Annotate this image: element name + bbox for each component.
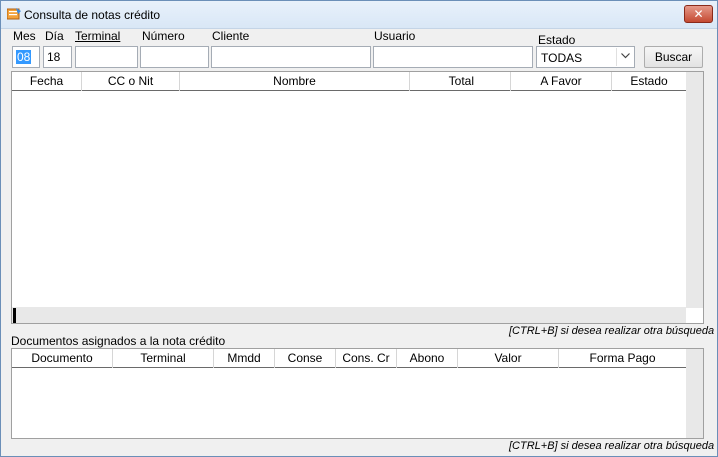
col-terminal[interactable]: Terminal bbox=[113, 349, 214, 368]
dia-label: Día bbox=[45, 29, 64, 43]
docs-section-title: Documentos asignados a la nota crédito bbox=[11, 334, 226, 348]
estado-label: Estado bbox=[538, 33, 576, 47]
cliente-input[interactable] bbox=[211, 46, 371, 68]
buscar-button[interactable]: Buscar bbox=[644, 46, 703, 68]
numero-label: Número bbox=[142, 29, 185, 43]
col-cons-cr[interactable]: Cons. Cr bbox=[336, 349, 397, 368]
col-a-favor[interactable]: A Favor bbox=[511, 72, 612, 91]
col-cc-nit[interactable]: CC o Nit bbox=[82, 72, 180, 91]
docs-grid-header: Documento Terminal Mmdd Conse Cons. Cr A… bbox=[12, 349, 686, 368]
mes-value: 08 bbox=[16, 50, 32, 64]
col-conse[interactable]: Conse bbox=[275, 349, 336, 368]
estado-value: TODAS bbox=[541, 51, 583, 65]
dia-input[interactable]: 18 bbox=[43, 46, 72, 68]
consulta-notas-credito-window: Consulta de notas crédito ✕ Mes Día Term… bbox=[0, 0, 718, 457]
notes-grid-vscroll[interactable] bbox=[686, 72, 703, 308]
col-mmdd[interactable]: Mmdd bbox=[214, 349, 275, 368]
col-forma-pago[interactable]: Forma Pago bbox=[559, 349, 686, 368]
docs-grid[interactable]: Documento Terminal Mmdd Conse Cons. Cr A… bbox=[11, 348, 704, 439]
numero-input[interactable] bbox=[140, 46, 209, 68]
mes-label: Mes bbox=[13, 29, 36, 43]
col-documento[interactable]: Documento bbox=[12, 349, 113, 368]
mes-input[interactable]: 08 bbox=[12, 46, 40, 68]
row-indicator bbox=[13, 308, 16, 323]
col-fecha[interactable]: Fecha bbox=[12, 72, 82, 91]
notes-grid-header: Fecha CC o Nit Nombre Total A Favor Esta… bbox=[12, 72, 686, 91]
hint-text-bottom: [CTRL+B] si desea realizar otra búsqueda bbox=[509, 440, 715, 452]
cliente-label: Cliente bbox=[212, 29, 250, 43]
chevron-down-icon[interactable] bbox=[616, 48, 633, 66]
col-nombre[interactable]: Nombre bbox=[180, 72, 410, 91]
estado-select[interactable]: TODAS bbox=[536, 46, 635, 68]
notes-grid[interactable]: Fecha CC o Nit Nombre Total A Favor Esta… bbox=[11, 71, 704, 324]
usuario-label: Usuario bbox=[374, 29, 416, 43]
docs-grid-vscroll[interactable] bbox=[686, 349, 703, 438]
close-icon: ✕ bbox=[693, 7, 704, 21]
col-valor[interactable]: Valor bbox=[458, 349, 559, 368]
window-title: Consulta de notas crédito bbox=[24, 8, 161, 22]
col-estado[interactable]: Estado bbox=[612, 72, 686, 91]
notes-grid-hscroll[interactable] bbox=[12, 307, 686, 323]
col-total[interactable]: Total bbox=[410, 72, 511, 91]
terminal-label: Terminal bbox=[75, 29, 121, 43]
close-button[interactable]: ✕ bbox=[684, 5, 713, 23]
hint-text-top: [CTRL+B] si desea realizar otra búsqueda bbox=[509, 325, 715, 337]
dia-value: 18 bbox=[47, 50, 61, 64]
col-abono[interactable]: Abono bbox=[397, 349, 458, 368]
notebook-icon bbox=[7, 8, 21, 20]
usuario-input[interactable] bbox=[373, 46, 533, 68]
terminal-input[interactable] bbox=[75, 46, 138, 68]
title-bar: Consulta de notas crédito ✕ bbox=[1, 1, 717, 29]
